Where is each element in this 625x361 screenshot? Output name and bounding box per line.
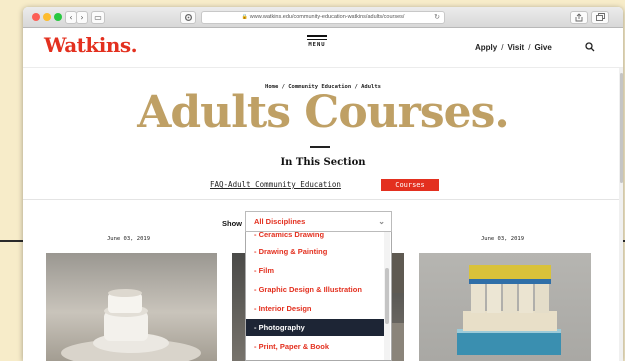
dropdown-scrollbar-thumb[interactable] xyxy=(385,268,389,324)
menu-bar-line xyxy=(307,38,327,40)
course-card-image-ceramics[interactable] xyxy=(46,253,217,361)
site-header: Watkins. MENU Apply / Visit / Give xyxy=(23,28,623,68)
dropdown-option[interactable]: - Graphic Design & Illustration xyxy=(246,281,384,298)
dropdown-option[interactable]: - Drawing & Painting xyxy=(246,243,384,260)
page-title: Adults Courses. xyxy=(137,87,509,138)
dropdown-option[interactable]: - Interior Design xyxy=(246,300,384,317)
card-date: June 03, 2019 xyxy=(107,236,151,242)
dropdown-option[interactable]: - Print, Paper & Book xyxy=(246,338,384,355)
tabs-overview-button[interactable] xyxy=(591,11,609,24)
url-text: www.watkins.edu/community-education-watk… xyxy=(249,14,405,20)
sidebar-toggle-button[interactable]: ▭ xyxy=(91,11,105,24)
share-button[interactable] xyxy=(570,11,588,24)
give-link[interactable]: Give xyxy=(534,43,551,52)
gear-icon xyxy=(184,13,192,22)
share-icon xyxy=(575,13,583,22)
menu-button[interactable]: MENU xyxy=(305,35,329,48)
close-window-button[interactable] xyxy=(32,13,40,21)
dropdown-option[interactable]: - Ceramics Drawing xyxy=(246,232,384,243)
card-date: June 03, 2019 xyxy=(481,236,525,242)
reader-settings-button[interactable] xyxy=(180,11,196,24)
browser-toolbar: ‹ › ▭ 🔒 www.watkins.edu/community-educati… xyxy=(23,7,623,28)
top-nav-links: Apply / Visit / Give xyxy=(475,43,552,52)
menu-bar-line xyxy=(307,35,327,37)
section-heading: In This Section xyxy=(280,157,366,168)
nav-separator: / xyxy=(501,43,504,52)
faq-link[interactable]: FAQ-Adult Community Education xyxy=(210,180,341,189)
section-divider xyxy=(23,199,623,200)
discipline-select-value: All Disciplines xyxy=(254,217,306,226)
ceramic-bowls-image xyxy=(61,289,201,361)
minimize-window-button[interactable] xyxy=(43,13,51,21)
reload-icon[interactable]: ↻ xyxy=(434,12,440,23)
title-divider xyxy=(310,146,330,148)
show-label: Show xyxy=(222,219,242,228)
lock-icon: 🔒 xyxy=(241,14,248,20)
dropdown-option[interactable]: - Film xyxy=(246,262,384,279)
page-scrollbar-thumb[interactable] xyxy=(620,73,623,183)
address-bar[interactable]: 🔒 www.watkins.edu/community-education-wat… xyxy=(201,11,445,24)
dropdown-option-highlighted[interactable]: - Photography xyxy=(246,319,384,336)
tabs-icon xyxy=(595,13,605,21)
forward-button[interactable]: › xyxy=(76,11,88,24)
book-stack-image xyxy=(457,265,561,355)
menu-label: MENU xyxy=(308,42,326,48)
chevron-down-icon: ⌄ xyxy=(378,217,385,226)
browser-window: ‹ › ▭ 🔒 www.watkins.edu/community-educati… xyxy=(23,7,623,361)
apply-link[interactable]: Apply xyxy=(475,43,497,52)
course-card-image-books[interactable] xyxy=(419,253,591,361)
courses-button[interactable]: Courses xyxy=(381,179,439,191)
site-logo[interactable]: Watkins. xyxy=(44,33,138,57)
nav-separator: / xyxy=(528,43,531,52)
maximize-window-button[interactable] xyxy=(54,13,62,21)
visit-link[interactable]: Visit xyxy=(507,43,524,52)
discipline-select[interactable]: All Disciplines ⌄ xyxy=(245,211,392,232)
search-icon[interactable] xyxy=(585,42,595,52)
discipline-dropdown-list: - Ceramics Drawing - Drawing & Painting … xyxy=(245,232,392,361)
